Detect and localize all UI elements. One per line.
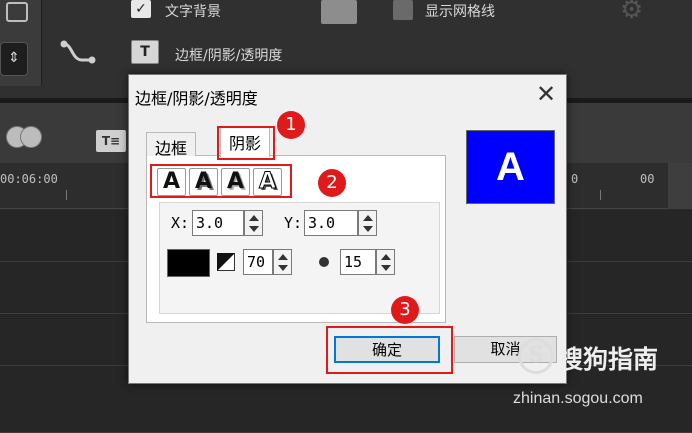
annotation-box-shadow-tab xyxy=(217,126,275,160)
settings-icon[interactable]: ⚙ xyxy=(620,0,660,24)
x-offset-label: X: xyxy=(171,214,190,232)
text-background-label: 文字背景 xyxy=(165,4,221,20)
spin-stepper[interactable]: ⇕ xyxy=(0,42,28,76)
title-track-icon[interactable]: T≡ xyxy=(96,130,126,152)
dialog-title: 边框/阴影/透明度 xyxy=(135,89,258,108)
shadow-opacity-input[interactable]: 70 xyxy=(243,249,273,275)
left-tool-column: ⇕ xyxy=(0,0,42,86)
shadow-color-swatch[interactable] xyxy=(167,249,210,277)
ruler-time-right: 00 xyxy=(640,172,655,186)
ruler-tick xyxy=(600,190,601,200)
show-grid-checkbox[interactable] xyxy=(393,0,413,20)
shadow-opacity-stepper[interactable] xyxy=(273,249,292,275)
ruler-time-left: 00:06:00 xyxy=(0,172,58,186)
y-offset-stepper[interactable] xyxy=(358,210,377,236)
y-offset-input[interactable]: 3.0 xyxy=(304,210,358,236)
show-grid-label: 显示网格线 xyxy=(425,4,495,20)
annotation-marker: 1 xyxy=(277,111,305,139)
film-icon[interactable] xyxy=(321,0,357,24)
x-offset-input[interactable]: 3.0 xyxy=(192,210,244,236)
close-icon[interactable]: ✕ xyxy=(534,82,558,107)
annotation-box-shadow-styles xyxy=(150,164,292,198)
annotation-box-ok xyxy=(326,326,453,374)
mix-circles-icon[interactable] xyxy=(6,126,50,150)
border-shadow-icon[interactable]: T xyxy=(131,40,159,64)
ruler-scroll-strip[interactable] xyxy=(668,163,692,209)
path-curve-icon[interactable] xyxy=(58,38,98,68)
text-background-checkbox[interactable]: ✓ xyxy=(131,0,151,18)
x-offset-stepper[interactable] xyxy=(244,210,263,236)
border-shadow-label[interactable]: 边框/阴影/透明度 xyxy=(175,45,282,65)
ruler-tick xyxy=(66,190,67,200)
opacity-icon xyxy=(217,253,235,271)
blur-icon xyxy=(319,257,329,267)
watermark-url: zhinan.sogou.com xyxy=(513,390,643,407)
tab-border[interactable]: 边框 xyxy=(146,132,197,158)
shadow-blur-stepper[interactable] xyxy=(376,249,395,275)
frame-icon[interactable] xyxy=(6,2,28,22)
preview-box: A xyxy=(466,130,555,204)
shadow-blur-input[interactable]: 15 xyxy=(340,249,376,275)
ruler-time-mid: 0 xyxy=(571,172,579,186)
annotation-marker: 3 xyxy=(391,296,419,324)
watermark-brand: 搜狗指南 xyxy=(558,345,659,374)
y-offset-label: Y: xyxy=(284,214,303,232)
screenshot-stage: ⇕ ✓ 文字背景 显示网格线 ⚙ T 边框/阴影/透明度 T≡ 00:06:00… xyxy=(0,0,692,433)
annotation-marker: 2 xyxy=(318,169,346,197)
sogou-logo-icon: S xyxy=(518,338,554,374)
